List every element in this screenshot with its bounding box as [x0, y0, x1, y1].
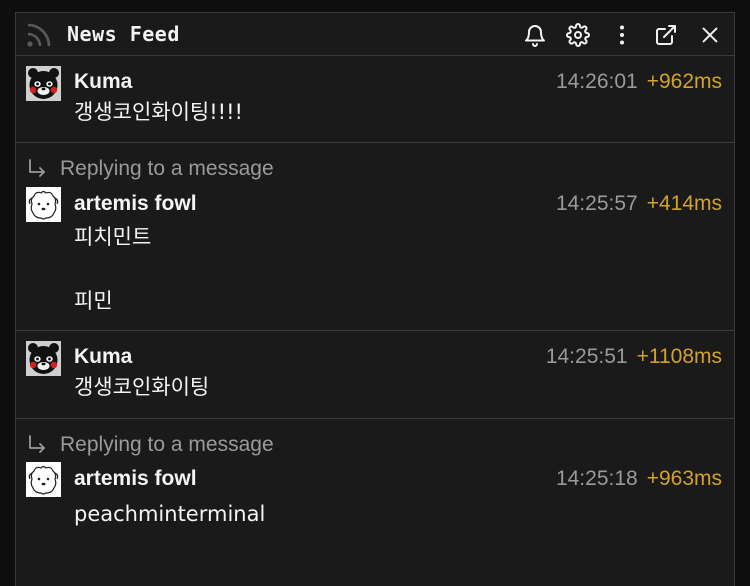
- message-author: artemis fowl: [74, 192, 197, 215]
- message-time: 14:26:01: [555, 70, 638, 93]
- rss-icon: [27, 23, 51, 47]
- panel-header: News Feed: [16, 13, 734, 56]
- reply-label: Replying to a message: [60, 433, 274, 456]
- settings-button[interactable]: [565, 22, 591, 48]
- avatar-sheep-icon: [26, 187, 61, 222]
- message-delta: +414ms: [646, 192, 722, 215]
- message-meta: 14:25:51 +1108ms: [546, 345, 722, 369]
- message-body: 갱생코인화이팅: [74, 375, 210, 399]
- news-feed-panel: News Feed Kuma 14:26:01 +962ms 갱생코인화이팅!!…: [15, 12, 735, 586]
- notifications-button[interactable]: [522, 22, 548, 48]
- message-time: 14:25:51: [545, 345, 628, 368]
- message-author: Kuma: [74, 345, 133, 368]
- bell-icon: [525, 25, 545, 47]
- popout-icon: [656, 25, 676, 45]
- message-author: Kuma: [74, 70, 133, 93]
- message-time: 14:25:57: [555, 192, 638, 215]
- message-body: peachminterminal: [74, 502, 266, 526]
- message-body: 피치민트 피민: [74, 225, 152, 313]
- avatar-sheep-icon: [26, 462, 61, 497]
- more-options-button[interactable]: [609, 22, 635, 48]
- reply-arrow-icon: [29, 159, 45, 177]
- message-time: 14:25:18: [555, 467, 638, 490]
- message-delta: +962ms: [646, 70, 722, 93]
- feed-message[interactable]: Kuma 14:26:01 +962ms 갱생코인화이팅!!!!: [16, 56, 734, 143]
- message-delta: +963ms: [646, 467, 722, 490]
- reply-indicator[interactable]: Replying to a message: [26, 433, 274, 457]
- message-meta: 14:26:01 +962ms: [556, 70, 722, 94]
- message-delta: +1108ms: [636, 345, 722, 368]
- panel-title: News Feed: [67, 22, 180, 46]
- close-icon: [702, 27, 718, 43]
- message-author: artemis fowl: [74, 467, 197, 490]
- close-button[interactable]: [697, 22, 723, 48]
- avatar-kuma-icon: [26, 341, 61, 376]
- message-meta: 14:25:57 +414ms: [556, 192, 722, 216]
- reply-indicator[interactable]: Replying to a message: [26, 157, 274, 181]
- message-meta: 14:25:18 +963ms: [556, 467, 722, 491]
- gear-icon: [566, 23, 590, 47]
- reply-arrow-icon: [29, 435, 45, 453]
- more-vertical-icon: [620, 25, 624, 45]
- feed-message[interactable]: Kuma 14:25:51 +1108ms 갱생코인화이팅: [16, 331, 734, 419]
- popout-button[interactable]: [653, 22, 679, 48]
- avatar-kuma-icon: [26, 66, 61, 101]
- feed-message[interactable]: Replying to a message artemis fowl 14:25…: [16, 143, 734, 331]
- feed-message[interactable]: Replying to a message artemis fowl 14:25…: [16, 419, 734, 586]
- message-body: 갱생코인화이팅!!!!: [74, 100, 243, 124]
- reply-label: Replying to a message: [60, 157, 274, 180]
